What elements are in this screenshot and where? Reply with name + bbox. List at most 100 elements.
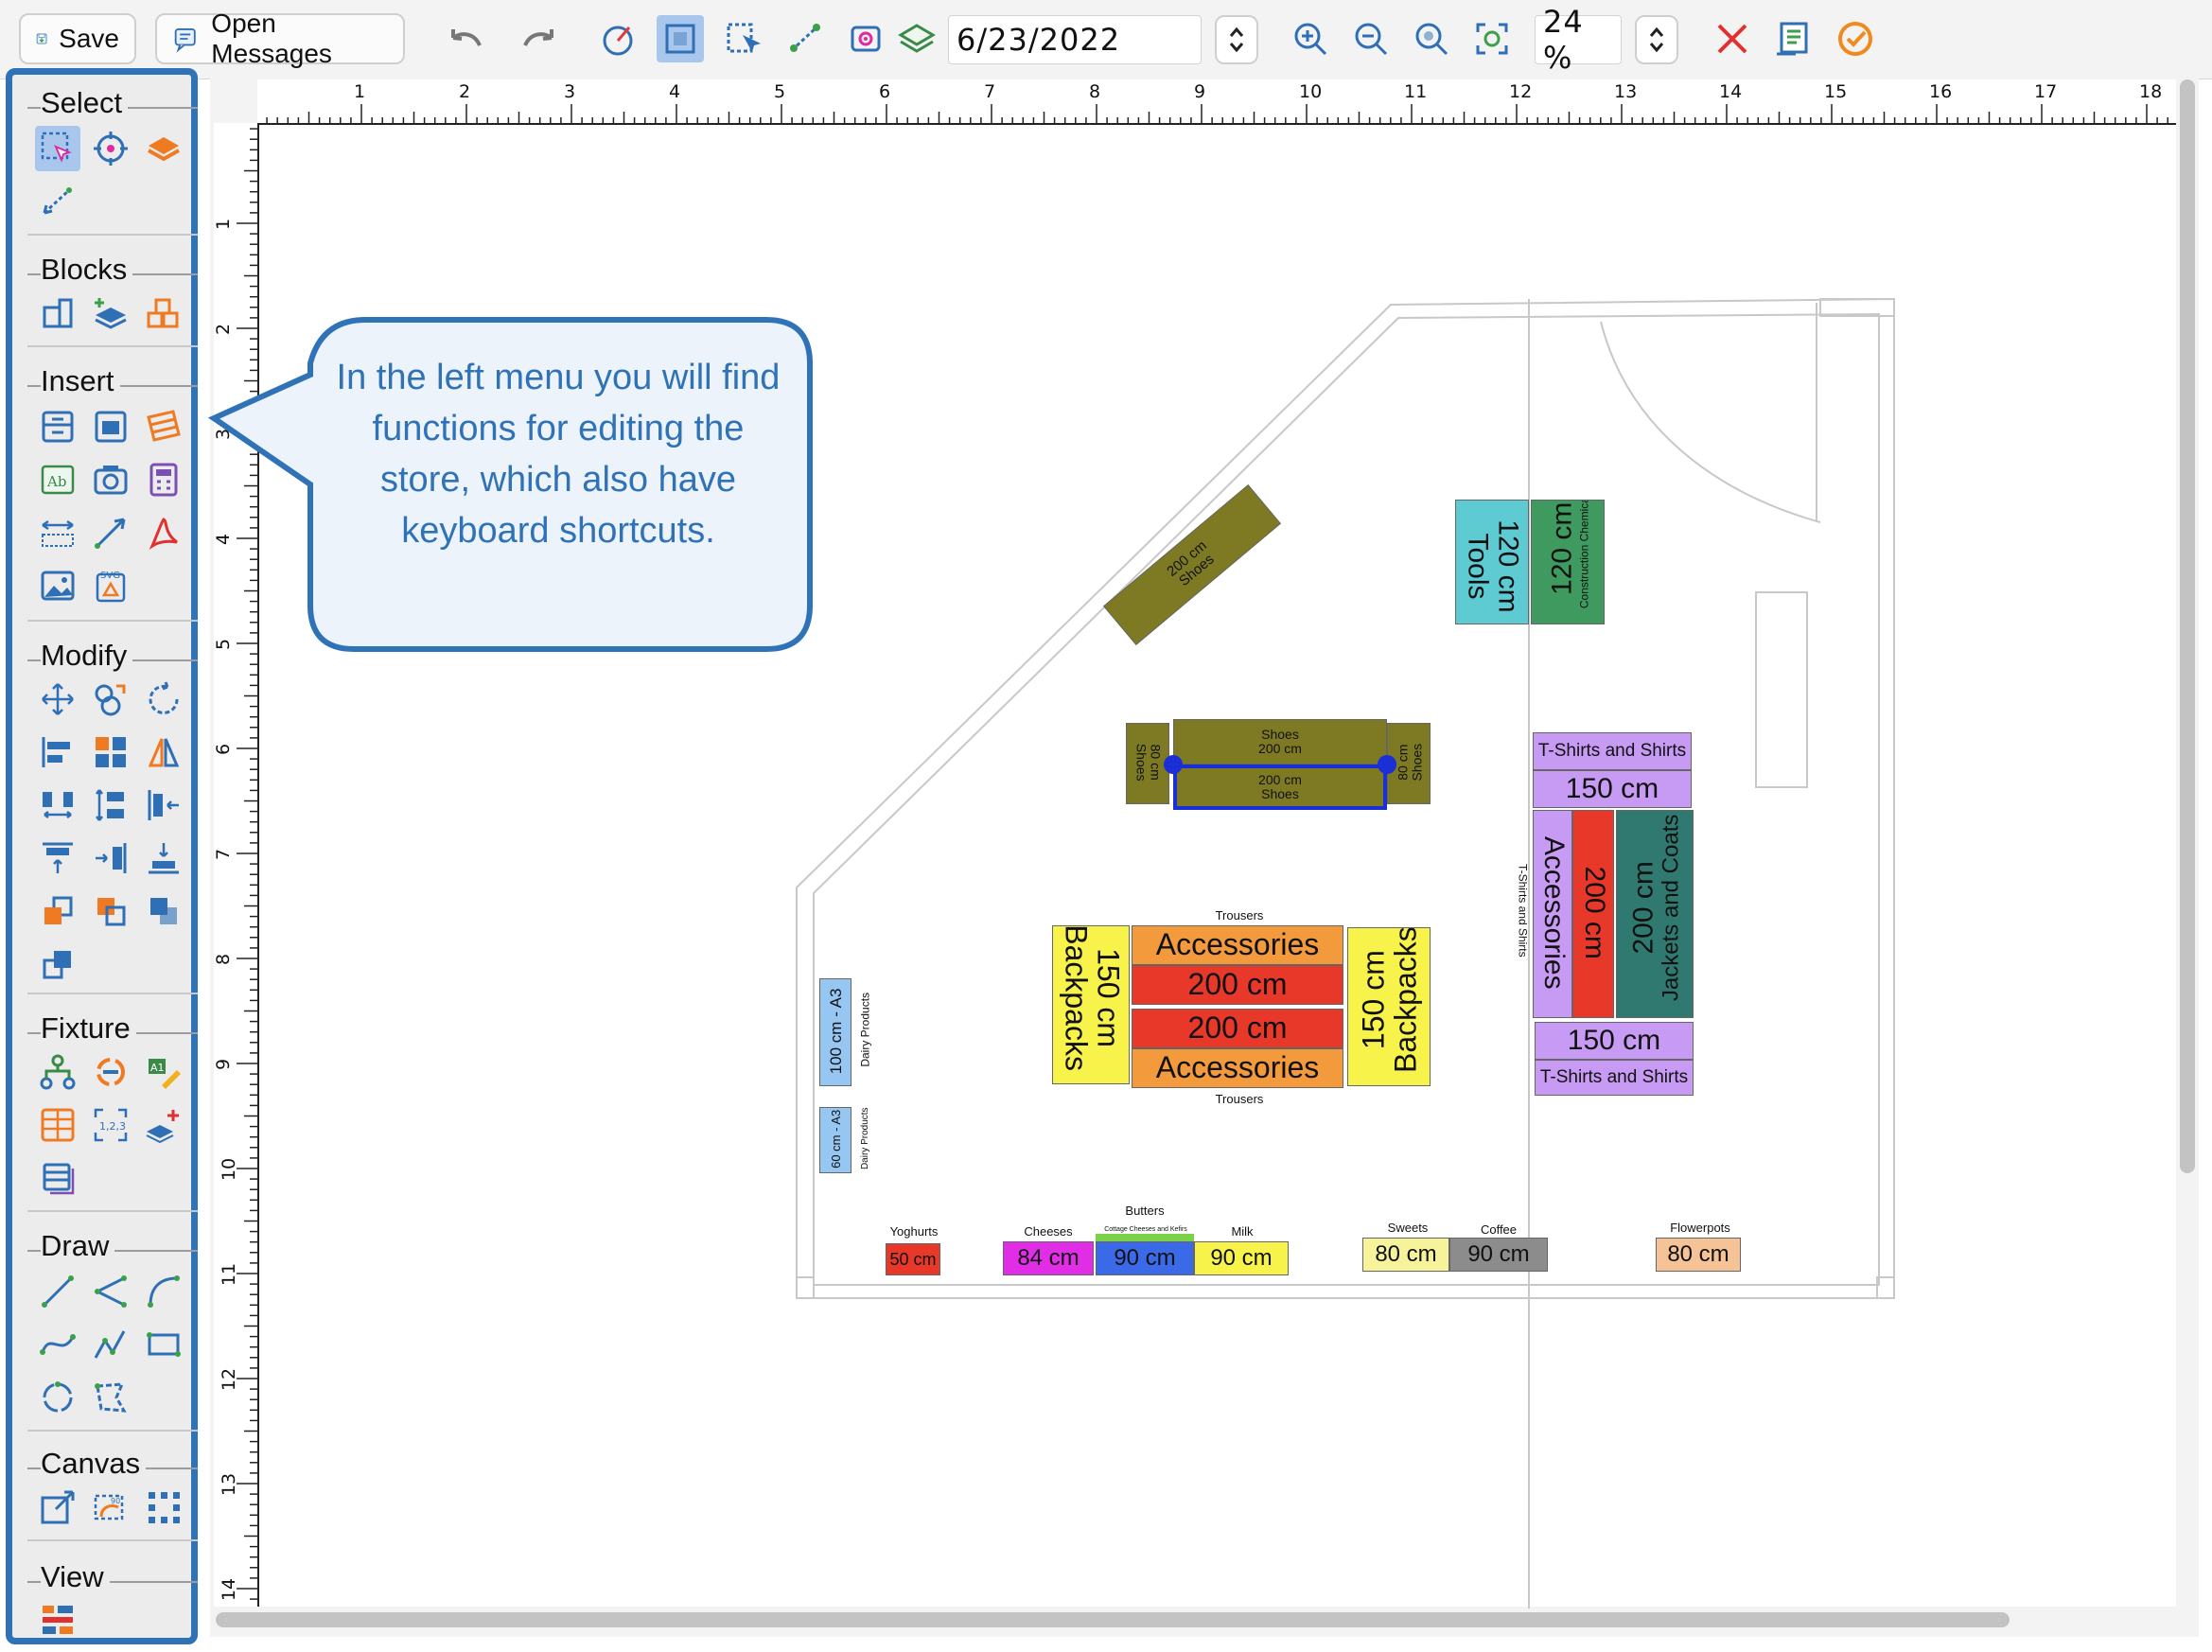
duplicate-circles-icon [95, 684, 126, 716]
fixture-size: 90 cm [1210, 1245, 1273, 1272]
modify-align-top-button[interactable] [35, 835, 80, 881]
modify-snap-right-button[interactable] [88, 835, 133, 881]
draw-curve-button[interactable] [35, 1322, 80, 1367]
modify-backward-button[interactable] [35, 941, 80, 987]
canvas-rotate-button[interactable]: 90 [88, 1485, 133, 1530]
fixture-label: T-Shirts and Shirts [1539, 1067, 1689, 1088]
fixture-jackets-and-coats[interactable]: 200 cm Jackets and Coats [1616, 810, 1694, 1018]
fixture-yoghurts[interactable]: 50 cm [886, 1243, 940, 1275]
fixture-size: 50 cm [889, 1249, 937, 1269]
block-group-button[interactable] [35, 290, 80, 336]
fixture-cheeses[interactable]: 84 cm [1003, 1241, 1094, 1275]
insert-image-button[interactable] [35, 563, 80, 608]
modify-distribute-v-button[interactable] [88, 782, 133, 828]
insert-calculator-button[interactable] [141, 457, 186, 502]
insert-pdf-button[interactable] [141, 510, 186, 555]
fixture-tshirts-top[interactable]: 150 cm [1533, 770, 1692, 808]
insert-dimension-button[interactable] [35, 510, 80, 555]
fixture-list-button[interactable] [35, 1155, 80, 1201]
fixture-shelves-button[interactable] [35, 1102, 80, 1148]
grid-dots-icon [149, 1492, 180, 1523]
insert-wall-button[interactable] [141, 404, 186, 449]
fixture-size: 150 cm [1356, 950, 1391, 1050]
curve-icon [40, 1334, 76, 1355]
fixture-butters-sublabel: Cottage Cheeses and Kefirs [1104, 1226, 1187, 1233]
fixture-sweets[interactable]: 80 cm [1362, 1238, 1449, 1272]
modify-align-bottom-button[interactable] [141, 835, 186, 881]
fixture-tree-button[interactable] [35, 1049, 80, 1095]
fixture-coffee[interactable]: 90 cm [1449, 1238, 1548, 1272]
help-callout-text: In the left menu you will find functions… [336, 358, 781, 551]
fixture-add-layer-button[interactable] [141, 1102, 186, 1148]
fixture-butters[interactable]: 90 cm [1096, 1241, 1194, 1275]
insert-svg-button[interactable]: SVG [88, 563, 133, 608]
modify-snap-left-button[interactable] [141, 782, 186, 828]
fixture-red-vertical[interactable]: 200 cm [1572, 810, 1614, 1018]
canvas-grid-button[interactable] [141, 1485, 186, 1530]
block-library-button[interactable] [141, 290, 186, 336]
fixture-milk[interactable]: 90 cm [1194, 1241, 1289, 1275]
fixture-red-200-top[interactable]: 200 cm [1132, 965, 1343, 1005]
selection-handle-right[interactable] [1378, 755, 1396, 774]
focus-point-button[interactable] [88, 126, 133, 171]
fixture-accessories-vertical[interactable]: Accessories [1533, 810, 1572, 1018]
canvas-resize-icon [41, 1490, 75, 1524]
modify-duplicate-button[interactable] [88, 677, 133, 722]
section-separator [27, 234, 198, 236]
fixture-shoes-bottom-selected[interactable]: 200 cm Shoes [1173, 764, 1387, 810]
selection-handle-left[interactable] [1164, 755, 1183, 774]
fixture-red-200-bottom[interactable]: 200 cm [1132, 1009, 1343, 1048]
modify-bring-front-button[interactable] [35, 888, 80, 934]
modify-move-button[interactable] [35, 677, 80, 722]
fixture-numbering-button[interactable]: 1,2,3 [88, 1102, 133, 1148]
fixture-accessories-bottom[interactable]: Accessories [1132, 1048, 1343, 1088]
fixture-size: 200 cm [1187, 1011, 1288, 1046]
fixture-label-edit-button[interactable]: A1 [141, 1049, 186, 1095]
fixture-link-button[interactable] [88, 1049, 133, 1095]
modify-send-back-button[interactable] [88, 888, 133, 934]
fixture-tshirts-top-label[interactable]: T-Shirts and Shirts [1533, 732, 1692, 770]
fixture-shoes-top[interactable]: Shoes 200 cm [1173, 719, 1387, 764]
insert-line-button[interactable] [88, 510, 133, 555]
fixture-dairy-1[interactable]: 100 cm - A3 [819, 978, 851, 1086]
select-tool-button[interactable] [35, 126, 80, 171]
block-add-button[interactable] [88, 290, 133, 336]
fixture-accessories-top[interactable]: Accessories [1132, 925, 1343, 965]
modify-forward-button[interactable] [141, 888, 186, 934]
insert-shelf-button[interactable] [35, 404, 80, 449]
draw-line-button[interactable] [35, 1269, 80, 1314]
modify-rotate-button[interactable] [141, 677, 186, 722]
fixture-tools[interactable]: 120 cm Tools [1455, 500, 1529, 624]
section-separator [27, 1539, 198, 1541]
draw-polygon-button[interactable] [88, 1375, 133, 1420]
fixture-dairy-2[interactable]: 60 cm - A3 [819, 1107, 851, 1173]
fixture-tshirts-bottom-label[interactable]: T-Shirts and Shirts [1535, 1060, 1694, 1096]
fixture-tshirts-bottom[interactable]: 150 cm [1535, 1022, 1694, 1060]
fixture-flowerpots[interactable]: 80 cm [1656, 1238, 1741, 1272]
bring-front-icon [44, 896, 73, 924]
insert-text-button[interactable]: Ab [35, 457, 80, 502]
modify-arrange-button[interactable] [88, 729, 133, 775]
view-layout-button[interactable] [35, 1596, 80, 1642]
fixture-size: 200 cm [1187, 967, 1288, 1002]
draw-polyline-button[interactable] [88, 1269, 133, 1314]
draw-rectangle-button[interactable] [141, 1322, 186, 1367]
layer-backward-icon [43, 951, 71, 979]
rectangle-icon [147, 1332, 181, 1357]
insert-photo-button[interactable] [88, 457, 133, 502]
draw-arc-button[interactable] [141, 1269, 186, 1314]
draw-circle-button[interactable] [35, 1375, 80, 1420]
svg-file-icon: SVG [96, 571, 126, 603]
modify-distribute-h-button[interactable] [35, 782, 80, 828]
fixture-construction-chemicals[interactable]: 120 cm Construction Chemicals [1531, 500, 1605, 624]
select-layer-button[interactable] [141, 126, 186, 171]
draw-zigzag-button[interactable] [88, 1322, 133, 1367]
modify-align-left-button[interactable] [35, 729, 80, 775]
insert-cabinet-button[interactable] [88, 404, 133, 449]
modify-mirror-button[interactable] [141, 729, 186, 775]
select-connection-button[interactable] [35, 179, 80, 224]
fixture-backpacks-right[interactable]: 150 cm Backpacks [1347, 927, 1431, 1086]
svg-text:A1: A1 [150, 1062, 165, 1074]
fixture-backpacks-left[interactable]: 150 cm Backpacks [1052, 925, 1130, 1084]
canvas-resize-button[interactable] [35, 1485, 80, 1530]
